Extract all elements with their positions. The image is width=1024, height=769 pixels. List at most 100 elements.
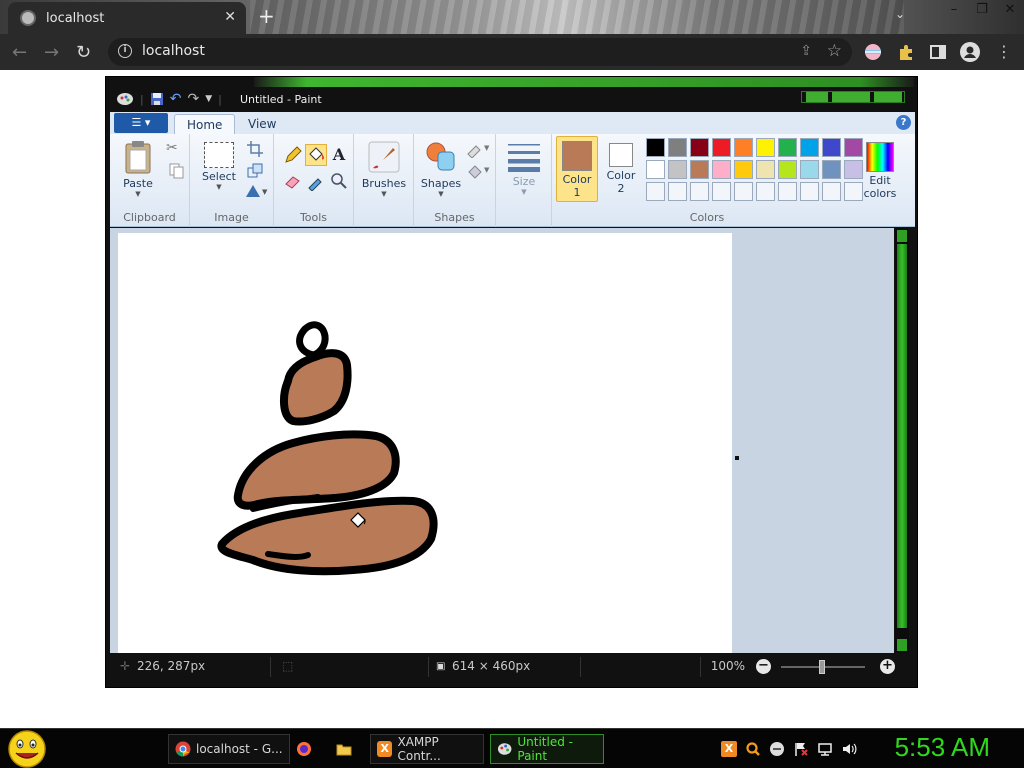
browser-tab-localhost[interactable]: localhost ✕ (8, 2, 246, 34)
resize-icon[interactable] (246, 162, 264, 180)
custom-color-slot[interactable] (690, 182, 709, 201)
crop-icon[interactable] (246, 140, 264, 158)
palette-swatch[interactable] (756, 160, 775, 179)
shapes-button[interactable]: Shapes ▼ (418, 140, 464, 198)
extensions-puzzle-icon[interactable] (897, 43, 915, 61)
share-icon[interactable]: ⇪ (800, 43, 812, 59)
undo-icon[interactable]: ↶ (170, 91, 182, 107)
qat-customize-chevron-icon[interactable]: ▼ (205, 94, 212, 104)
palette-swatch[interactable] (690, 160, 709, 179)
fill-tool[interactable] (305, 144, 327, 166)
status-tray-icon[interactable] (769, 741, 785, 757)
shape-fill-icon[interactable]: ▼ (466, 162, 492, 180)
quick-access-toolbar: | ↶ ↷ ▼ | (116, 91, 222, 107)
side-panel-icon[interactable] (929, 43, 947, 61)
paste-button[interactable]: Paste ▼ (118, 140, 158, 198)
custom-color-slot[interactable] (712, 182, 731, 201)
volume-tray-icon[interactable] (841, 741, 857, 757)
network-tray-icon[interactable] (817, 741, 833, 757)
action-center-flag-icon[interactable] (793, 741, 809, 757)
color1-button[interactable]: Color 1 (556, 136, 598, 202)
eraser-tool[interactable] (282, 170, 304, 192)
text-tool[interactable]: A (328, 144, 350, 166)
scroll-up-button[interactable] (897, 230, 907, 242)
pencil-tool[interactable] (282, 144, 304, 166)
paint-window-controls[interactable] (801, 91, 905, 103)
tab-search-chevron-icon[interactable]: ⌄ (886, 4, 914, 26)
maximize-button[interactable]: ❐ (968, 0, 996, 22)
tab-view[interactable]: View (236, 114, 288, 134)
paint-app-icon[interactable] (116, 92, 134, 106)
size-button[interactable]: Size ▼ (504, 142, 544, 196)
paint-app-menu-button[interactable]: ☰ ▾ (114, 113, 168, 133)
site-info-icon[interactable]: i (118, 44, 132, 58)
bookmark-star-icon[interactable]: ☆ (827, 41, 842, 61)
brushes-button[interactable]: Brushes ▼ (360, 140, 408, 198)
palette-swatch[interactable] (646, 160, 665, 179)
firefox-icon[interactable] (296, 741, 312, 757)
custom-color-slot[interactable] (778, 182, 797, 201)
palette-swatch[interactable] (756, 138, 775, 157)
palette-swatch[interactable] (712, 138, 731, 157)
edit-colors-button[interactable]: Edit colors (856, 142, 904, 200)
taskbar-item-xampp[interactable]: X XAMPP Contr... (370, 734, 484, 764)
color2-button[interactable]: Color 2 (600, 136, 642, 202)
vertical-scrollbar[interactable] (895, 228, 909, 653)
palette-swatch[interactable] (690, 138, 709, 157)
custom-color-slot[interactable] (734, 182, 753, 201)
palette-swatch[interactable] (778, 160, 797, 179)
start-button-smiley-icon[interactable] (6, 729, 48, 769)
forward-arrow-icon[interactable]: → (44, 42, 59, 63)
zoom-in-button[interactable]: + (880, 659, 895, 674)
canvas-resize-handle[interactable] (735, 456, 739, 460)
select-button[interactable]: Select ▼ (196, 142, 242, 191)
zoom-slider-thumb[interactable] (819, 660, 825, 674)
palette-swatch[interactable] (778, 138, 797, 157)
magnifier-tool[interactable] (328, 170, 350, 192)
folder-icon[interactable] (336, 741, 352, 757)
minimize-button[interactable]: – (940, 0, 968, 22)
palette-swatch[interactable] (734, 160, 753, 179)
taskbar-clock[interactable]: 5:53 AM (895, 732, 990, 763)
close-window-button[interactable]: ✕ (996, 0, 1024, 22)
copy-icon[interactable] (168, 162, 186, 180)
palette-swatch[interactable] (734, 138, 753, 157)
help-icon[interactable]: ? (896, 115, 911, 130)
tab-close-icon[interactable]: ✕ (224, 9, 236, 25)
extension-profile-icon[interactable] (864, 43, 882, 61)
browser-menu-icon[interactable]: ⋮ (996, 42, 1012, 61)
palette-swatch[interactable] (800, 160, 819, 179)
custom-color-slot[interactable] (800, 182, 819, 201)
taskbar-item-chrome[interactable]: localhost - G... (168, 734, 290, 764)
save-icon[interactable] (150, 92, 164, 106)
palette-swatch[interactable] (668, 138, 687, 157)
back-arrow-icon[interactable]: ← (12, 42, 27, 63)
taskbar-item-paint[interactable]: Untitled - Paint (490, 734, 604, 764)
palette-swatch[interactable] (646, 138, 665, 157)
address-bar[interactable]: i localhost ⇪ ☆ (108, 38, 852, 66)
shape-outline-icon[interactable]: ▼ (466, 140, 492, 158)
cut-icon[interactable]: ✂ (166, 140, 184, 158)
palette-swatch[interactable] (668, 160, 687, 179)
new-tab-button[interactable]: + (258, 4, 275, 28)
search-tray-icon[interactable] (745, 741, 761, 757)
tab-home[interactable]: Home (174, 114, 236, 134)
reload-icon[interactable]: ↻ (76, 42, 91, 63)
color-picker-tool[interactable] (305, 170, 327, 192)
drawing-canvas[interactable] (118, 233, 732, 653)
redo-icon[interactable]: ↷ (187, 91, 199, 107)
palette-swatch[interactable] (822, 138, 841, 157)
xampp-tray-icon[interactable]: X (721, 741, 737, 757)
profile-avatar-icon[interactable] (960, 42, 980, 62)
palette-swatch[interactable] (800, 138, 819, 157)
custom-color-slot[interactable] (756, 182, 775, 201)
custom-color-slot[interactable] (822, 182, 841, 201)
scrollbar-thumb[interactable] (897, 244, 907, 628)
palette-swatch[interactable] (822, 160, 841, 179)
scroll-down-button[interactable] (897, 639, 907, 651)
rotate-icon[interactable]: ▼ (244, 182, 270, 200)
custom-color-slot[interactable] (646, 182, 665, 201)
zoom-out-button[interactable]: − (756, 659, 771, 674)
custom-color-slot[interactable] (668, 182, 687, 201)
palette-swatch[interactable] (712, 160, 731, 179)
